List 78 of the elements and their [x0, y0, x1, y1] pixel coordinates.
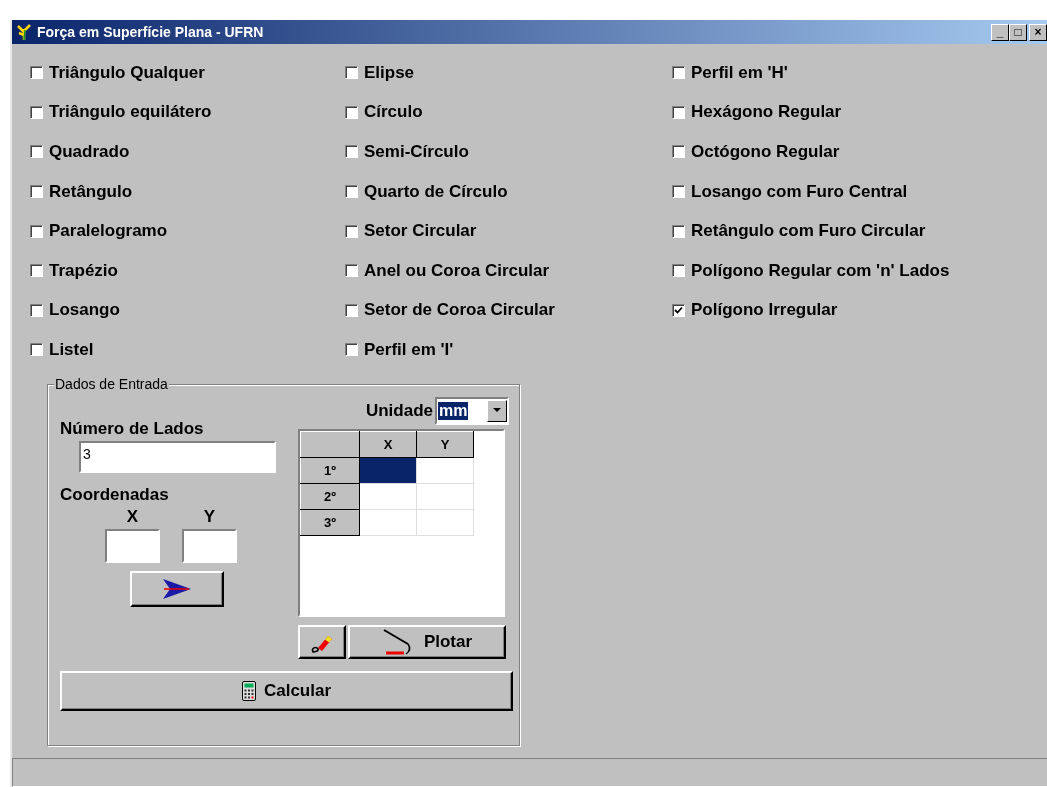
- grid-cell[interactable]: [359, 483, 417, 510]
- checkbox[interactable]: [345, 343, 358, 357]
- x-label: X: [126, 506, 139, 527]
- clear-button[interactable]: [298, 624, 346, 659]
- checkbox-label[interactable]: Elipse: [364, 62, 415, 83]
- checkbox-label[interactable]: Círculo: [364, 102, 423, 123]
- checkbox-label[interactable]: Listel: [49, 339, 94, 360]
- row-header: 1º: [300, 457, 360, 484]
- checkbox-label[interactable]: Octógono Regular: [691, 142, 840, 162]
- window-control-button[interactable]: _: [991, 23, 1009, 41]
- checkbox[interactable]: [30, 303, 43, 317]
- checkbox[interactable]: [30, 264, 43, 278]
- checkbox-label[interactable]: Trapézio: [49, 260, 118, 281]
- y-label: Y: [203, 506, 216, 527]
- group-title: Dados de Entrada: [54, 375, 169, 392]
- sides-field[interactable]: 3: [79, 440, 276, 473]
- checkbox-label[interactable]: Retângulo com Furo Circular: [691, 221, 926, 242]
- checkbox-label[interactable]: Hexágono Regular: [691, 102, 842, 123]
- checkbox-label[interactable]: Setor de Coroa Circular: [364, 300, 555, 321]
- checkbox[interactable]: [30, 185, 43, 199]
- plant-icon: [15, 23, 33, 41]
- column-header: Y: [416, 431, 474, 458]
- grid-cell[interactable]: [416, 483, 474, 510]
- checkbox[interactable]: [672, 185, 685, 199]
- checkbox[interactable]: [345, 224, 358, 238]
- checkbox-label[interactable]: Semi-Círculo: [364, 142, 469, 162]
- grid-cell[interactable]: [416, 509, 474, 536]
- checkbox-label[interactable]: Perfil em 'H': [691, 62, 788, 83]
- coordinates-label: Coordenadas: [60, 484, 170, 505]
- grid-cell[interactable]: [416, 457, 474, 484]
- checkbox-label[interactable]: Polígono Regular com 'n' Lados: [691, 260, 950, 281]
- checkbox[interactable]: [30, 66, 43, 80]
- checkbox[interactable]: [345, 66, 358, 80]
- unit-label: Unidade: [365, 400, 433, 421]
- checkbox[interactable]: [672, 145, 685, 159]
- checkbox[interactable]: [345, 185, 358, 199]
- checkbox[interactable]: [345, 264, 358, 278]
- caret-icon: [493, 408, 501, 414]
- calculator-icon: [241, 680, 256, 701]
- checkbox-label[interactable]: Quadrado: [49, 142, 130, 162]
- calculate-button[interactable]: Calcular: [60, 670, 513, 711]
- row-header: 2º: [300, 483, 360, 510]
- checkbox-label[interactable]: Anel ou Coroa Circular: [364, 260, 550, 281]
- checkbox-label[interactable]: Quarto de Círculo: [364, 181, 508, 202]
- window-control-button[interactable]: ×: [1029, 23, 1047, 41]
- checkbox[interactable]: [345, 145, 358, 159]
- sides-label: Número de Lados: [60, 418, 205, 439]
- arrow-icon: [162, 577, 192, 600]
- checkbox-label[interactable]: Triângulo equilátero: [49, 102, 212, 123]
- grid-cell[interactable]: [359, 509, 417, 536]
- checkbox[interactable]: [672, 303, 685, 317]
- plot-button[interactable]: Plotar: [348, 624, 506, 659]
- checkbox-label[interactable]: Paralelogramo: [49, 221, 168, 242]
- checkbox[interactable]: [30, 105, 43, 119]
- unit-dropdown[interactable]: mm: [435, 396, 509, 425]
- checkbox[interactable]: [672, 264, 685, 278]
- checkbox-label[interactable]: Losango com Furo Central: [691, 181, 908, 202]
- x-field[interactable]: [105, 528, 160, 563]
- checkbox-label[interactable]: Retângulo: [49, 181, 133, 202]
- checkbox-label[interactable]: Setor Circular: [364, 221, 477, 242]
- checkbox[interactable]: [345, 105, 358, 119]
- y-field[interactable]: [182, 528, 237, 563]
- checkbox[interactable]: [672, 66, 685, 80]
- checkbox[interactable]: [30, 224, 43, 238]
- checkbox[interactable]: [672, 105, 685, 119]
- window-control-button[interactable]: □: [1009, 23, 1027, 41]
- checkbox-label[interactable]: Perfil em 'I': [364, 339, 454, 360]
- column-header: X: [359, 431, 417, 458]
- checkbox-label[interactable]: Losango: [49, 300, 120, 321]
- checkbox[interactable]: [345, 303, 358, 317]
- row-header: 3º: [300, 509, 360, 536]
- checkbox-label[interactable]: Polígono Irregular: [691, 300, 838, 321]
- checkbox[interactable]: [672, 224, 685, 238]
- window-title: Força em Superfície Plana - UFRN: [37, 24, 265, 40]
- checkbox-label[interactable]: Triângulo Qualquer: [49, 62, 205, 83]
- add-point-button[interactable]: [130, 570, 224, 607]
- checkbox[interactable]: [30, 343, 43, 357]
- checkbox[interactable]: [30, 145, 43, 159]
